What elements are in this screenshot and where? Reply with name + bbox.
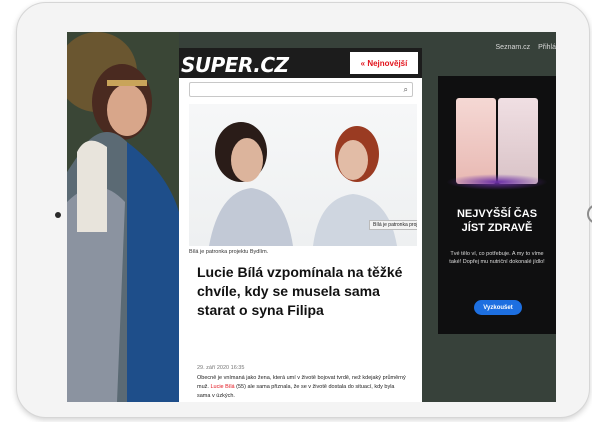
ad-subtitle: Tvé tělo ví, co potřebuje. A my to víme … — [449, 251, 545, 265]
seznam-link[interactable]: Seznam.cz — [496, 44, 531, 51]
ad-title: NEJVYŠŠÍ ČAS JÍST ZDRAVĚ — [438, 207, 556, 235]
advertisement-banner[interactable]: NEJVYŠŠÍ ČAS JÍST ZDRAVĚ Tvé tělo ví, co… — [438, 76, 556, 334]
article-photo[interactable]: Bílá je patronka projektu Bydlím. — [189, 104, 417, 246]
ad-title-line: NEJVYŠŠÍ ČAS — [456, 208, 538, 220]
front-camera — [55, 212, 61, 218]
search-icon[interactable]: ⌕ — [404, 85, 408, 95]
perex-person-link[interactable]: Lucie Bílá — [210, 384, 234, 390]
background-skin-photo[interactable] — [67, 32, 179, 402]
ad-cta-button[interactable]: Vyzkoušet — [474, 300, 522, 315]
article-page: SUPER.CZ « Nejnovější ⌕ Bílá je patronka… — [179, 48, 422, 402]
login-link[interactable]: Přihlá — [538, 44, 556, 51]
ad-glow-decoration — [446, 174, 548, 190]
photo-caption: Bílá je patronka projektu Bydlím. — [189, 249, 269, 255]
site-logo[interactable]: SUPER.CZ — [181, 53, 289, 77]
photo-tooltip: Bílá je patronka projektu Bydlím. — [369, 220, 417, 230]
article-headline[interactable]: Lucie Bílá vzpomínala na těžké chvíle, k… — [197, 263, 407, 320]
top-links: Seznam.cz Přihlá — [490, 44, 556, 51]
home-button[interactable] — [587, 204, 592, 224]
article-perex: Obecně je vnímaná jako žena, která umí v… — [197, 374, 407, 401]
ad-product-image — [498, 98, 538, 184]
browser-viewport: Seznam.cz Přihlá SUPER.CZ « Nejnovější ⌕… — [67, 32, 556, 402]
article-date: 29. září 2020 16:35 — [197, 365, 245, 371]
newest-button[interactable]: « Nejnovější — [350, 52, 418, 74]
site-header: SUPER.CZ « Nejnovější — [179, 48, 422, 78]
ad-product-image — [456, 98, 496, 184]
ad-title-line: JÍST ZDRAVĚ — [461, 222, 533, 234]
search-input[interactable]: ⌕ — [189, 82, 413, 97]
